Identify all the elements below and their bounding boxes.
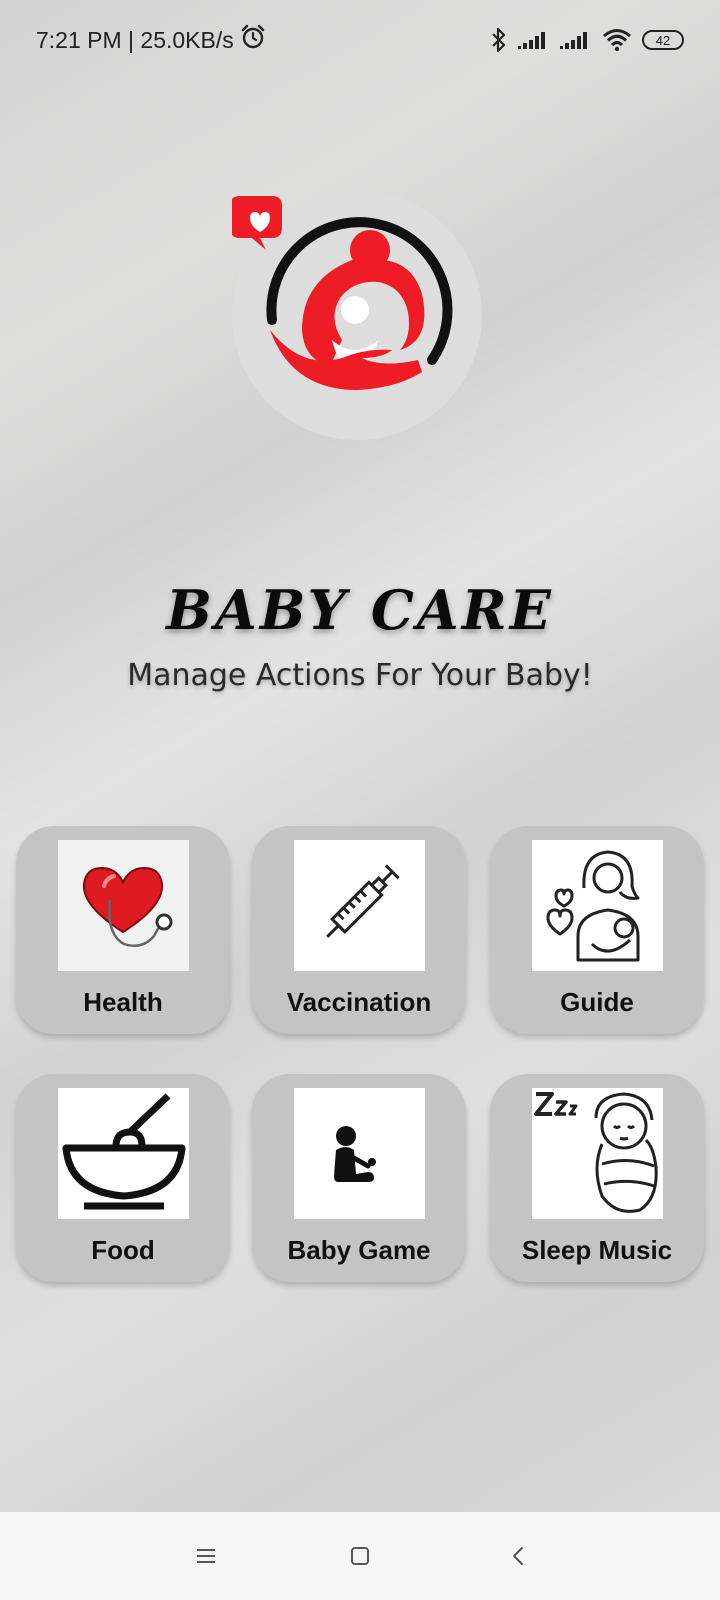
bluetooth-icon bbox=[490, 27, 508, 53]
signal-icon bbox=[560, 29, 592, 51]
guide-button[interactable]: Guide bbox=[490, 826, 704, 1034]
wifi-icon bbox=[602, 28, 632, 52]
app-logo bbox=[232, 190, 482, 440]
status-time-speed: 7:21 PM | 25.0KB/s bbox=[36, 26, 234, 53]
status-bar: 7:21 PM | 25.0KB/s 42 bbox=[0, 0, 720, 80]
food-label: Food bbox=[91, 1235, 155, 1265]
baby-playing-icon bbox=[333, 1126, 376, 1182]
heart-stethoscope-icon bbox=[57, 840, 189, 971]
sleep-music-button[interactable]: Sleep Music bbox=[490, 1074, 704, 1282]
guide-image bbox=[531, 840, 663, 971]
mother-baby-icon bbox=[546, 850, 639, 962]
signal-icon bbox=[518, 29, 550, 51]
health-button[interactable]: Health bbox=[16, 826, 230, 1034]
app-title: BABY CARE bbox=[166, 578, 554, 642]
food-button[interactable]: Food bbox=[16, 1074, 230, 1282]
health-label: Health bbox=[83, 987, 163, 1017]
mother-child-logo-icon bbox=[232, 196, 453, 390]
home-icon[interactable] bbox=[340, 1536, 380, 1576]
alarm-icon bbox=[240, 24, 266, 56]
sleep-music-image bbox=[531, 1088, 663, 1219]
baby-game-image bbox=[293, 1088, 425, 1219]
bowl-spoon-icon bbox=[62, 1093, 185, 1210]
status-left: 7:21 PM | 25.0KB/s bbox=[36, 24, 266, 56]
status-right: 42 bbox=[490, 27, 684, 53]
syringe-icon bbox=[325, 864, 400, 938]
baby-game-label: Baby Game bbox=[287, 1235, 431, 1265]
navigation-bar bbox=[0, 1512, 720, 1600]
vaccination-image bbox=[293, 840, 425, 971]
baby-game-button[interactable]: Baby Game bbox=[252, 1074, 466, 1282]
battery-icon: 42 bbox=[642, 30, 684, 50]
health-image bbox=[57, 840, 189, 971]
battery-level: 42 bbox=[655, 32, 671, 48]
sleeping-baby-icon bbox=[533, 1092, 658, 1213]
vaccination-button[interactable]: Vaccination bbox=[252, 826, 466, 1034]
app-subtitle: Manage Actions For Your Baby! bbox=[127, 658, 593, 693]
menu-icon[interactable] bbox=[186, 1536, 226, 1576]
sleep-music-label: Sleep Music bbox=[521, 1235, 673, 1265]
guide-label: Guide bbox=[560, 987, 634, 1017]
food-image bbox=[57, 1088, 189, 1219]
vaccination-label: Vaccination bbox=[286, 987, 432, 1017]
back-icon[interactable] bbox=[498, 1536, 538, 1576]
